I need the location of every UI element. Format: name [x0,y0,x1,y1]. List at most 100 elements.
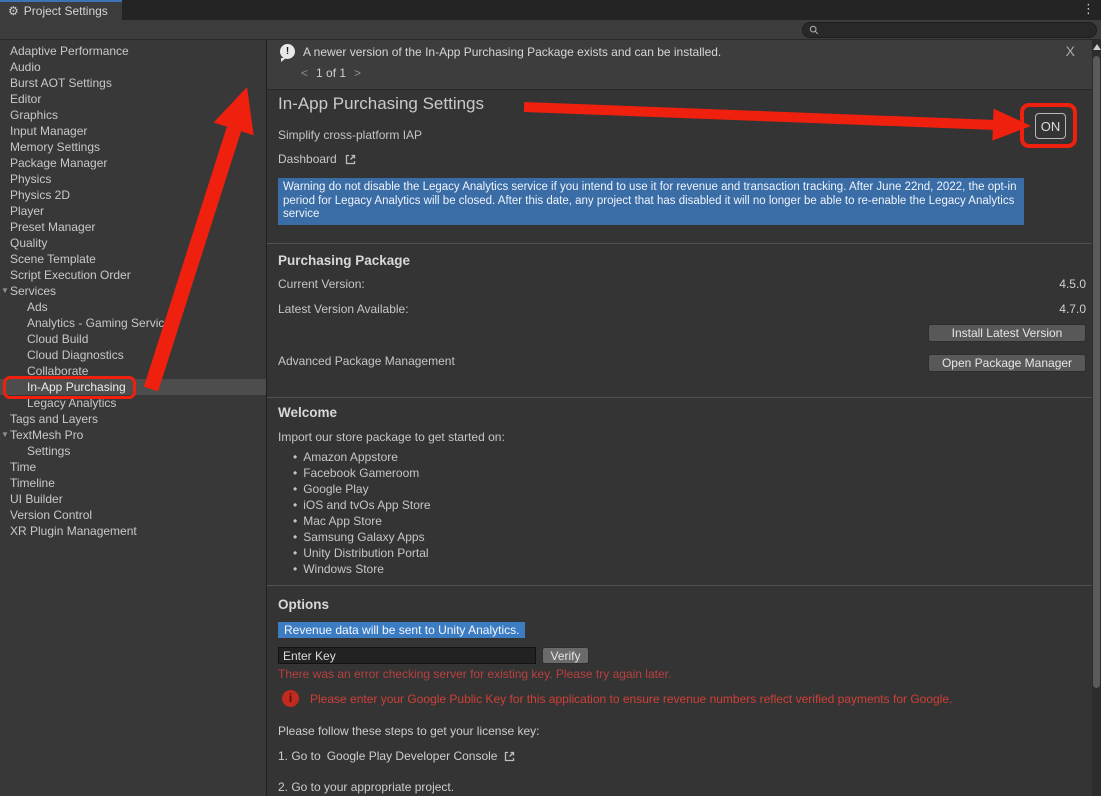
service-subtitle: Simplify cross-platform IAP [278,128,422,142]
page-title: In-App Purchasing Settings [278,94,484,114]
sidebar-item-settings[interactable]: Settings [0,443,266,459]
search-box[interactable] [802,22,1097,38]
sidebar-item-label: Cloud Build [0,331,88,347]
store-list-item: Google Play [293,481,431,497]
welcome-intro: Import our store package to get started … [278,430,505,444]
sidebar-item-scene-template[interactable]: Scene Template [0,251,266,267]
sidebar-item-label: Audio [0,59,41,75]
sidebar-item-editor[interactable]: Editor [0,91,266,107]
external-link-icon [344,153,357,166]
sidebar-item-preset-manager[interactable]: Preset Manager [0,219,266,235]
tab-project-settings[interactable]: ⚙︎ Project Settings [0,0,122,20]
close-icon[interactable]: X [1066,43,1075,59]
sidebar-item-package-manager[interactable]: Package Manager [0,155,266,171]
sidebar-item-adaptive-performance[interactable]: Adaptive Performance [0,43,266,59]
sidebar-item-player[interactable]: Player [0,203,266,219]
sidebar-item-label: Legacy Analytics [0,395,116,411]
sidebar-item-label: Ads [0,299,48,315]
sidebar-item-label: Adaptive Performance [0,43,129,59]
notification-message: A newer version of the In-App Purchasing… [303,45,721,59]
license-step-2: 2. Go to your appropriate project. [278,780,454,794]
store-list: Amazon AppstoreFacebook GameroomGoogle P… [293,449,431,577]
dashboard-label: Dashboard [278,152,337,166]
foldout-triangle-icon[interactable]: ▼ [1,283,9,299]
scrollbar-thumb[interactable] [1093,56,1100,688]
sidebar-item-label: Settings [0,443,70,459]
sidebar-item-label: Physics [0,171,51,187]
open-package-manager-button[interactable]: Open Package Manager [928,354,1086,372]
service-toggle-on-button[interactable]: ON [1035,113,1066,139]
sidebar-item-input-manager[interactable]: Input Manager [0,123,266,139]
sidebar-item-ui-builder[interactable]: UI Builder [0,491,266,507]
search-icon [809,25,819,35]
sidebar-item-physics-2d[interactable]: Physics 2D [0,187,266,203]
sidebar-item-label: Version Control [0,507,92,523]
notification-pager: < 1 of 1 > [301,66,361,80]
sidebar-item-label: XR Plugin Management [0,523,137,539]
kebab-menu-icon[interactable]: ⋮ [1082,1,1095,17]
foldout-triangle-icon[interactable]: ▼ [1,427,9,443]
sidebar-item-collaborate[interactable]: Collaborate [0,363,266,379]
legacy-analytics-warning: Warning do not disable the Legacy Analyt… [278,178,1024,225]
package-update-notification: ! A newer version of the In-App Purchasi… [267,40,1093,90]
sidebar-item-memory-settings[interactable]: Memory Settings [0,139,266,155]
store-list-item: Amazon Appstore [293,449,431,465]
sidebar-item-textmesh-pro[interactable]: ▼TextMesh Pro [0,427,266,443]
sidebar-item-physics[interactable]: Physics [0,171,266,187]
step1-prefix: 1. Go to [278,749,321,763]
search-input[interactable] [823,24,1090,36]
sidebar-item-label: Cloud Diagnostics [0,347,124,363]
sidebar-item-legacy-analytics[interactable]: Legacy Analytics [0,395,266,411]
divider [267,585,1093,586]
verify-button[interactable]: Verify [542,647,589,664]
tab-title: Project Settings [24,4,108,18]
sidebar-item-xr-plugin-management[interactable]: XR Plugin Management [0,523,266,539]
sidebar-item-analytics-gaming-services[interactable]: Analytics - Gaming Services [0,315,266,331]
store-list-item: Windows Store [293,561,431,577]
options-title: Options [278,597,329,612]
pager-next-icon[interactable]: > [354,66,361,80]
sidebar-item-ads[interactable]: Ads [0,299,266,315]
sidebar-item-cloud-diagnostics[interactable]: Cloud Diagnostics [0,347,266,363]
google-key-input[interactable] [278,647,536,664]
google-play-console-link[interactable]: Google Play Developer Console [327,749,498,763]
sidebar-item-label: Memory Settings [0,139,100,155]
sidebar-item-label: Package Manager [0,155,107,171]
sidebar-item-script-execution-order[interactable]: Script Execution Order [0,267,266,283]
advanced-package-management-label: Advanced Package Management [278,354,455,368]
vertical-scrollbar[interactable] [1092,40,1101,796]
store-list-item: iOS and tvOs App Store [293,497,431,513]
sidebar-item-label: Analytics - Gaming Services [0,315,177,331]
settings-category-list: Adaptive PerformanceAudioBurst AOT Setti… [0,40,266,796]
sidebar-item-cloud-build[interactable]: Cloud Build [0,331,266,347]
sidebar-item-graphics[interactable]: Graphics [0,107,266,123]
divider [267,397,1093,398]
sidebar-item-in-app-purchasing[interactable]: In-App Purchasing [0,379,266,395]
sidebar-item-label: Time [0,459,36,475]
pager-prev-icon[interactable]: < [301,66,308,80]
external-link-icon[interactable] [503,750,516,763]
dashboard-link[interactable]: Dashboard [278,152,357,166]
sidebar-item-timeline[interactable]: Timeline [0,475,266,491]
sidebar-item-version-control[interactable]: Version Control [0,507,266,523]
error-info-icon: i [282,690,299,707]
sidebar-item-burst-aot-settings[interactable]: Burst AOT Settings [0,75,266,91]
alert-bubble-icon: ! [280,44,295,59]
sidebar-item-time[interactable]: Time [0,459,266,475]
store-list-item: Mac App Store [293,513,431,529]
sidebar-item-audio[interactable]: Audio [0,59,266,75]
latest-version-value: 4.7.0 [1059,302,1086,316]
install-latest-version-button[interactable]: Install Latest Version [928,324,1086,342]
divider [267,243,1093,244]
latest-version-label: Latest Version Available: [278,302,409,316]
sidebar-item-label: Tags and Layers [0,411,98,427]
sidebar-item-label: Quality [0,235,47,251]
sidebar-item-tags-and-layers[interactable]: Tags and Layers [0,411,266,427]
sidebar-item-services[interactable]: ▼Services [0,283,266,299]
scroll-up-icon[interactable] [1093,44,1101,50]
sidebar-item-label: Player [0,203,44,219]
pager-label: 1 of 1 [316,66,346,80]
sidebar-item-quality[interactable]: Quality [0,235,266,251]
purchasing-package-title: Purchasing Package [278,253,410,268]
sidebar-item-label: Graphics [0,107,58,123]
